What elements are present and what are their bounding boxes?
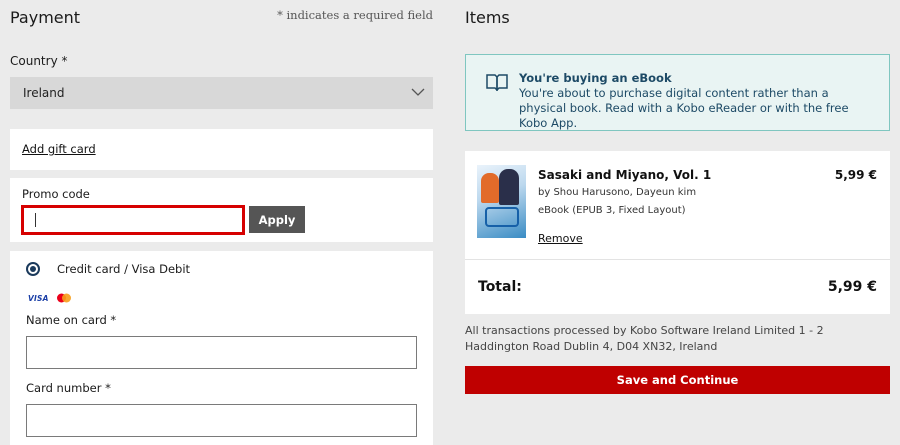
total-label: Total: (478, 279, 522, 295)
mastercard-logo-icon (57, 293, 71, 303)
country-label: Country * (10, 54, 68, 68)
item-format: eBook (EPUB 3, Fixed Layout) (538, 205, 686, 216)
promo-code-input[interactable] (21, 205, 245, 235)
credit-card-radio[interactable] (26, 262, 40, 276)
promo-code-label: Promo code (22, 187, 90, 201)
cart-item: Sasaki and Miyano, Vol. 1 5,99 € by Shou… (465, 151, 890, 259)
country-value: Ireland (23, 86, 65, 100)
ebook-notice-title: You're buying an eBook (519, 71, 672, 85)
gift-card-section: Add gift card (10, 129, 433, 170)
total-value: 5,99 € (827, 279, 877, 295)
legal-notice: All transactions processed by Kobo Softw… (465, 324, 824, 353)
payment-method-section: Credit card / Visa Debit VISA Name on ca… (10, 251, 433, 445)
credit-card-label: Credit card / Visa Debit (57, 262, 191, 276)
add-gift-card-link[interactable]: Add gift card (22, 142, 96, 156)
chevron-down-icon (411, 88, 425, 96)
book-cover (477, 165, 526, 238)
remove-item-link[interactable]: Remove (538, 232, 583, 245)
items-title: Items (465, 8, 510, 27)
name-on-card-label: Name on card * (26, 313, 117, 327)
item-authors: by Shou Harusono, Dayeun kim (538, 187, 697, 198)
item-price: 5,99 € (834, 168, 877, 182)
name-on-card-input[interactable] (26, 336, 417, 369)
card-number-input[interactable] (26, 404, 417, 437)
apply-button[interactable]: Apply (249, 206, 305, 233)
payment-panel: Payment * indicates a required field Cou… (0, 0, 445, 445)
visa-logo-icon: VISA (28, 294, 49, 303)
item-title: Sasaki and Miyano, Vol. 1 (538, 168, 712, 182)
order-total: Total: 5,99 € (465, 259, 890, 314)
text-caret (35, 213, 36, 227)
payment-title: Payment (10, 8, 81, 27)
ebook-notice: You're buying an eBook You're about to p… (465, 54, 890, 131)
book-icon (486, 74, 508, 91)
promo-code-section: Promo code Apply (10, 178, 433, 242)
required-note: * indicates a required field (277, 8, 433, 22)
ebook-notice-text: You're about to purchase digital content… (519, 86, 849, 130)
save-and-continue-button[interactable]: Save and Continue (465, 366, 890, 394)
country-select[interactable]: Ireland (10, 77, 433, 109)
items-panel: Items You're buying an eBook You're abou… (465, 0, 890, 445)
card-number-label: Card number * (26, 381, 111, 395)
